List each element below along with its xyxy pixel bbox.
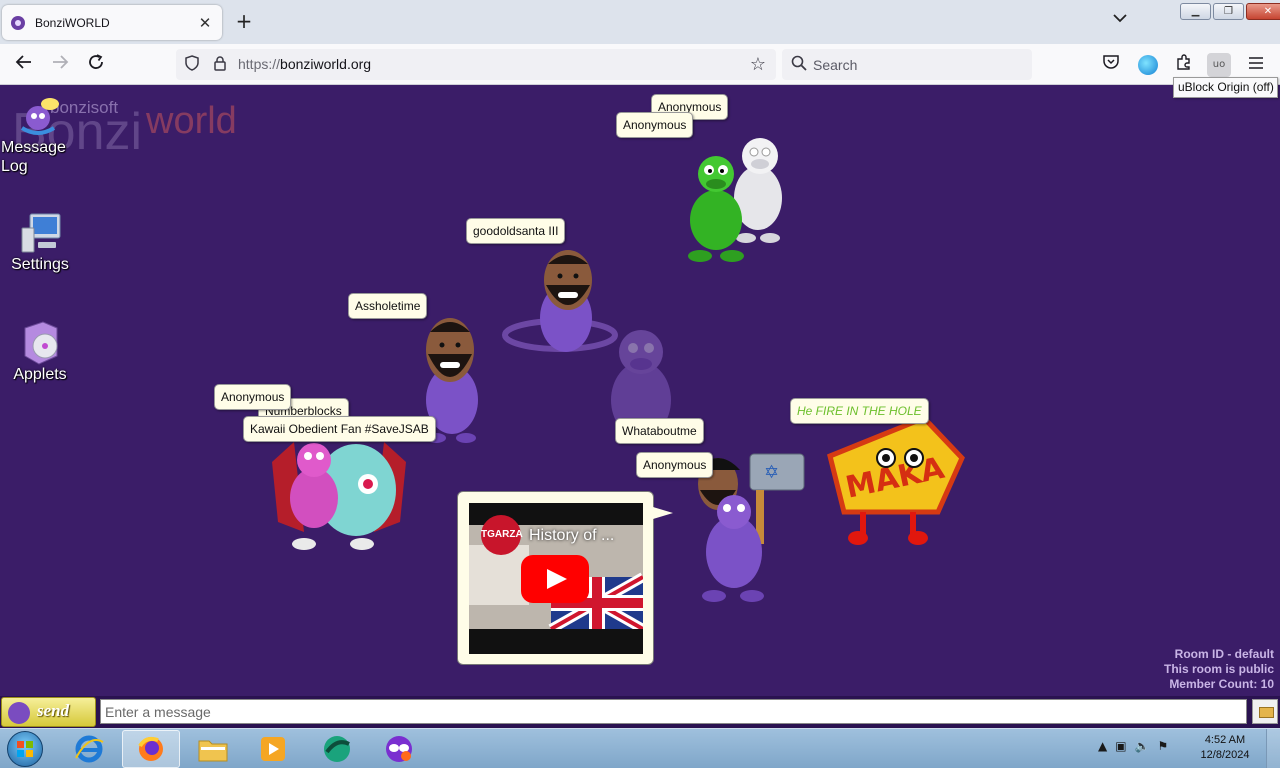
menu-hamburger-icon[interactable] [1244,53,1268,77]
room-visibility: This room is public [1163,662,1274,676]
fire-in-the-hole-sprite[interactable]: MAKA [824,412,968,552]
youtube-play-button[interactable] [521,555,589,603]
window-controls: ▁ ❐ ✕ [1180,3,1280,20]
windows-taskbar: ▲ ▣ 🔈 ⚑ 4:52 AM 12/8/2024 [0,728,1280,768]
new-tab-button[interactable]: + [233,11,255,33]
lock-icon[interactable] [211,55,229,73]
room-id: Room ID - default [1174,647,1274,661]
firefox-account-icon[interactable] [1138,55,1158,75]
file-explorer-taskbar-icon[interactable] [184,730,242,768]
settings-computer-icon [21,213,61,253]
start-button[interactable] [7,731,43,767]
applets-shortcut[interactable]: Applets [0,318,80,384]
windows-logo-icon [17,741,33,757]
list-all-tabs-icon[interactable] [1110,12,1130,32]
tracking-protection-shield-icon[interactable] [183,55,201,73]
clock-date: 12/8/2024 [1200,749,1250,761]
taskbar-clock[interactable]: 4:52 AM 12/8/2024 [1195,733,1255,763]
close-tab-icon[interactable]: ✕ [194,12,216,34]
pocket-icon[interactable] [1099,53,1123,77]
ublock-tooltip: uBlock Origin (off) [1173,77,1278,98]
send-label: send [37,701,70,720]
search-bar[interactable]: Search [782,49,1032,80]
browser-titlebar: BonziWORLD ✕ + ▁ ❐ ✕ [0,0,1280,44]
restore-button[interactable]: ❐ [1213,3,1244,20]
user-nametag: Anonymous [616,112,694,138]
bonzi-app-taskbar-icon[interactable] [308,730,366,768]
media-player-taskbar-icon[interactable] [244,730,302,768]
show-desktop-button[interactable] [1266,729,1280,768]
user-nametag: Kawaii Obedient Fan #SaveJSAB [243,416,436,442]
search-input[interactable]: Search [813,57,857,73]
user-nametag: Anonymous [636,452,714,478]
firefox-taskbar-icon[interactable] [122,730,180,768]
user-nametag: goodoldsanta III [466,218,566,244]
url-protocol: https:// [238,56,281,72]
chat-bar: send [0,696,1280,728]
back-icon[interactable] [12,53,36,77]
address-bar[interactable]: https://bonziworld.org ☆ [176,49,776,80]
video-channel-avatar[interactable]: TGARZA [481,515,523,555]
volume-icon[interactable]: 🔈 [1135,739,1150,753]
user-nametag: Assholetime [348,293,428,319]
logo-world-text: world [146,100,237,142]
navigation-toolbar: https://bonziworld.org ☆ Search uo [0,44,1280,85]
message-log-shortcut[interactable]: Message Log [0,94,80,176]
system-tray: ▲ ▣ 🔈 ⚑ [1098,739,1168,753]
user-nametag: Anonymous [214,384,292,410]
show-hidden-icons-arrow-icon[interactable]: ▲ [1098,739,1107,753]
close-window-button[interactable]: ✕ [1246,3,1280,20]
member-count: Member Count: 10 [1169,677,1274,691]
message-log-icon [20,98,59,135]
send-button[interactable]: send [1,697,96,727]
message-input[interactable] [100,699,1247,724]
youtube-embed[interactable]: TGARZA History of ... [469,503,643,654]
minimize-button[interactable]: ▁ [1180,3,1211,20]
bookmark-star-icon[interactable]: ☆ [750,54,766,75]
green-bonzi-sprite[interactable] [676,148,756,264]
network-icon[interactable]: ▣ [1115,739,1126,753]
bonzi-favicon-icon [11,15,25,30]
svg-text:✡: ✡ [764,462,779,483]
extensions-puzzle-icon[interactable] [1172,53,1196,77]
tab-bonziworld[interactable]: BonziWORLD ✕ [2,5,222,40]
action-center-flag-icon[interactable]: ⚑ [1158,739,1169,753]
settings-shortcut[interactable]: Settings [0,210,80,274]
file-upload-icon[interactable] [1252,699,1278,724]
applets-box-icon [24,321,58,365]
tab-title: BonziWORLD [35,15,110,30]
url-text: https://bonziworld.org [238,56,371,72]
settings-label: Settings [11,256,69,273]
ublock-origin-icon[interactable]: uo [1207,53,1231,77]
url-host: bonziworld.org [280,56,372,72]
message-log-label: Message Log [1,139,66,175]
clock-time: 4:52 AM [1204,734,1246,746]
search-icon [791,55,809,73]
bonzi-face-icon [8,702,30,724]
user-nametag: Whataboutme [615,418,704,444]
reload-icon[interactable] [84,53,108,77]
room-info: Room ID - default This room is public Me… [1164,647,1274,692]
user-nametag: He FIRE IN THE HOLE [790,398,929,424]
internet-explorer-taskbar-icon[interactable] [60,730,118,768]
purple-mask-app-taskbar-icon[interactable] [370,730,428,768]
video-title[interactable]: History of ... [529,527,614,545]
video-speech-bubble: TGARZA History of ... [457,491,673,665]
forward-icon[interactable] [48,53,72,77]
applets-label: Applets [13,366,67,383]
